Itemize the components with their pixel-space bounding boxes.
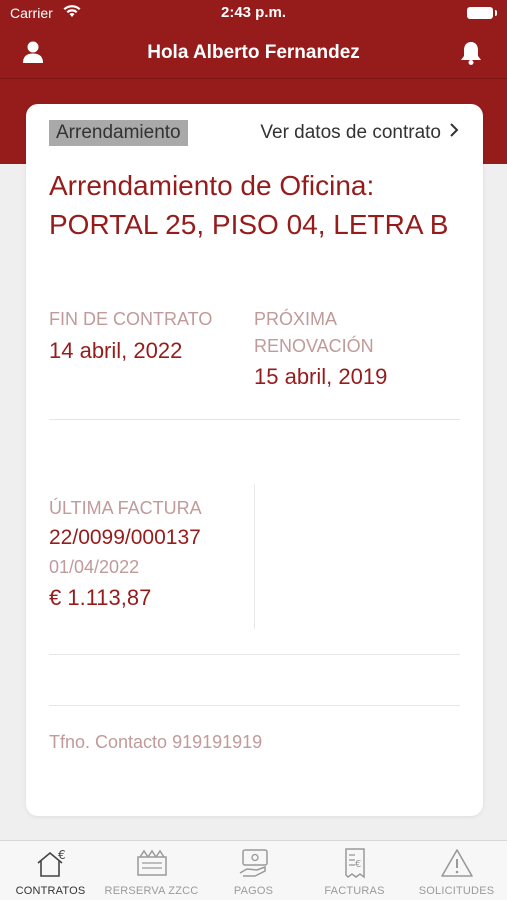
tab-label: SOLICITUDES bbox=[418, 885, 495, 897]
vertical-divider bbox=[254, 484, 255, 629]
tab-reserva[interactable]: RERSERVA ZZCC bbox=[101, 841, 202, 900]
chevron-right-icon bbox=[449, 120, 459, 146]
nav-divider bbox=[0, 78, 507, 79]
status-bar: Carrier 2:43 p.m. bbox=[0, 0, 507, 28]
tab-contratos[interactable]: € CONTRATOS bbox=[0, 841, 101, 900]
status-time: 2:43 p.m. bbox=[220, 4, 287, 21]
contract-card: Arrendamiento Ver datos de contrato Arre… bbox=[26, 104, 483, 816]
renewal-label: PRÓXIMA RENOVACIÓN bbox=[254, 309, 374, 356]
tab-label: FACTURAS bbox=[324, 885, 385, 897]
view-contract-label: Ver datos de contrato bbox=[260, 122, 441, 143]
invoice-date: 01/04/2022 bbox=[49, 557, 140, 577]
end-date-label: FIN DE CONTRATO bbox=[49, 309, 213, 329]
view-contract-link[interactable]: Ver datos de contrato bbox=[260, 120, 459, 146]
battery-icon bbox=[467, 7, 497, 19]
svg-text:€: € bbox=[355, 859, 361, 870]
divider bbox=[49, 705, 460, 706]
page-title: Hola Alberto Fernandez bbox=[147, 42, 360, 63]
invoice-amount: € 1.113,87 bbox=[49, 585, 152, 610]
navigation-bar: Hola Alberto Fernandez bbox=[0, 28, 507, 78]
contract-title: Arrendamiento de Oficina: PORTAL 25, PIS… bbox=[49, 170, 449, 240]
last-invoice-label: ÚLTIMA FACTURA bbox=[49, 498, 202, 518]
tab-solicitudes[interactable]: SOLICITUDES bbox=[406, 841, 507, 900]
end-date-value: 14 abril, 2022 bbox=[49, 338, 183, 363]
contract-type-tag: Arrendamiento bbox=[49, 120, 188, 146]
tab-label: CONTRATOS bbox=[15, 885, 86, 897]
tab-pagos[interactable]: PAGOS bbox=[203, 841, 304, 900]
divider bbox=[49, 419, 460, 420]
warning-icon bbox=[406, 847, 507, 881]
svg-text:€: € bbox=[58, 848, 66, 862]
contact-phone: Tfno. Contacto 919191919 bbox=[49, 732, 263, 752]
renewal-value: 15 abril, 2019 bbox=[254, 364, 388, 389]
payment-hand-icon bbox=[203, 847, 304, 881]
tab-bar: € CONTRATOS RERSERVA ZZCC PAGOS € FACTUR… bbox=[0, 840, 507, 900]
tab-label: PAGOS bbox=[233, 885, 274, 897]
divider bbox=[49, 654, 460, 655]
tab-label: RERSERVA ZZCC bbox=[104, 885, 199, 897]
house-euro-icon: € bbox=[0, 847, 101, 881]
reservation-icon bbox=[101, 847, 202, 881]
invoice-number: 22/0099/000137 bbox=[49, 526, 201, 549]
invoice-icon: € bbox=[304, 847, 405, 881]
bell-icon[interactable] bbox=[459, 40, 483, 71]
tab-facturas[interactable]: € FACTURAS bbox=[304, 841, 405, 900]
